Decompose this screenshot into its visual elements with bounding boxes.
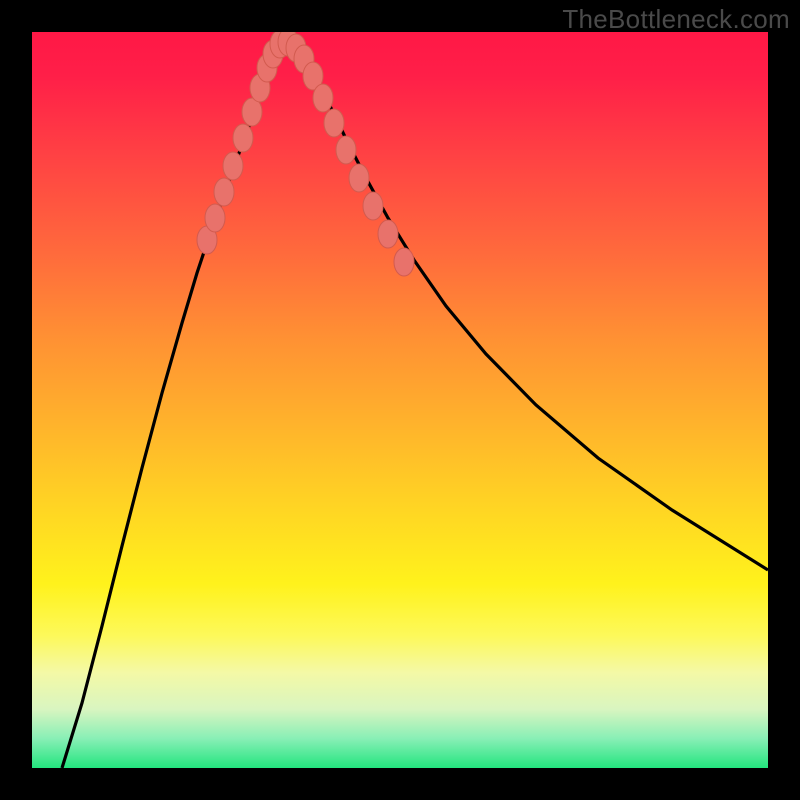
curve-marker — [363, 192, 383, 220]
curve-marker — [378, 220, 398, 248]
curve-marker — [233, 124, 253, 152]
curve-marker — [205, 204, 225, 232]
curve-marker — [313, 84, 333, 112]
curve-marker — [214, 178, 234, 206]
curve-marker — [394, 248, 414, 276]
bottleneck-curve-svg — [32, 32, 768, 768]
watermark-text: TheBottleneck.com — [562, 4, 790, 35]
bottleneck-curve — [62, 42, 768, 768]
curve-marker — [349, 164, 369, 192]
curve-marker — [223, 152, 243, 180]
curve-marker — [336, 136, 356, 164]
curve-marker — [324, 109, 344, 137]
plot-area — [32, 32, 768, 768]
curve-markers — [197, 32, 414, 276]
outer-frame: TheBottleneck.com — [0, 0, 800, 800]
